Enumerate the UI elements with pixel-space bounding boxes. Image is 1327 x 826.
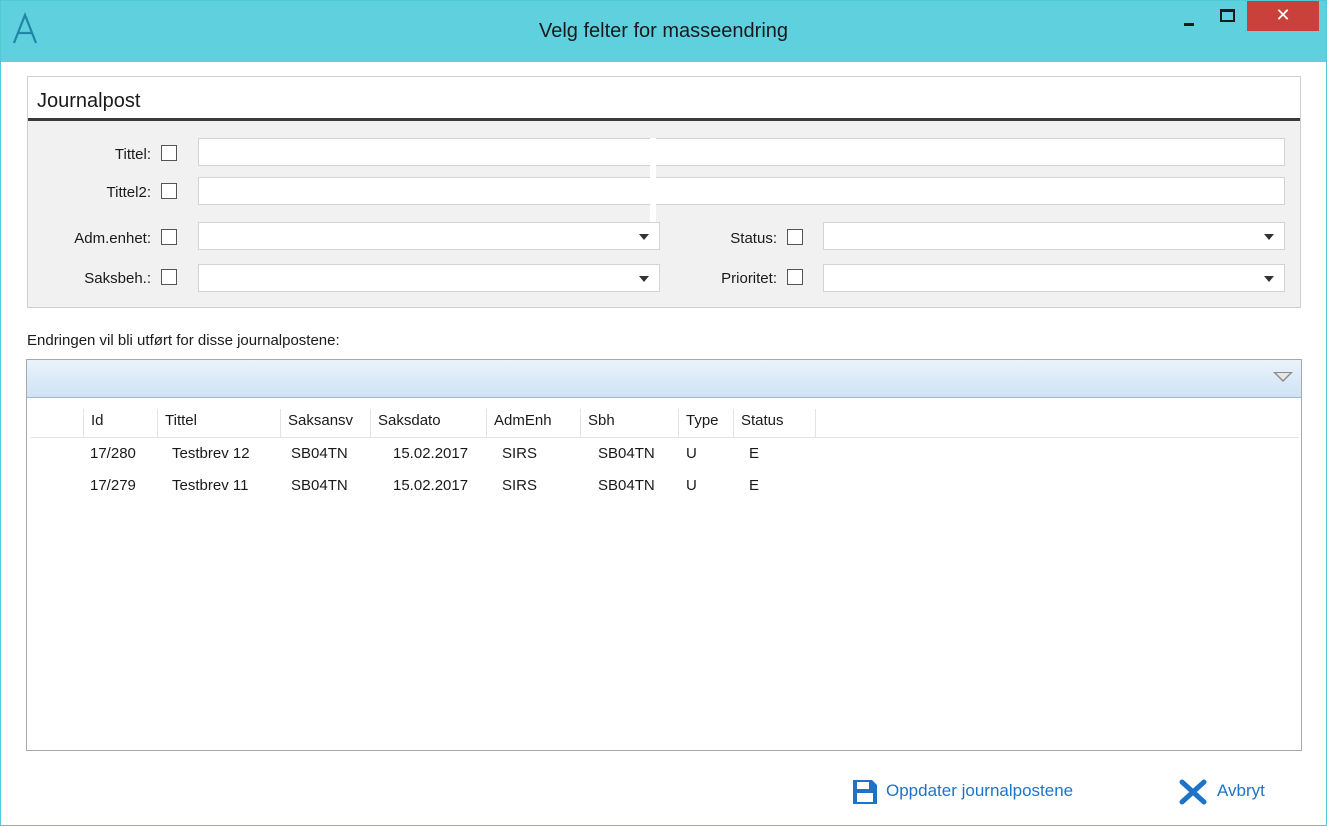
save-icon — [853, 780, 877, 804]
cell-sbh: SB04TN — [598, 445, 655, 462]
table-row[interactable]: 17/280 Testbrev 12 SB04TN 15.02.2017 SIR… — [31, 439, 1299, 469]
update-button-label: Oppdater journalpostene — [886, 781, 1074, 800]
cell-saksdato: 15.02.2017 — [393, 477, 469, 494]
saksbeh-label: Saksbeh.: — [84, 270, 151, 287]
cell-saksansv: SB04TN — [291, 445, 348, 462]
tittel2-checkbox[interactable] — [161, 183, 177, 199]
window-title: Velg felter for masseendring — [538, 20, 789, 42]
chevron-down-icon[interactable] — [639, 234, 649, 240]
cell-type: U — [686, 477, 697, 494]
status-checkbox[interactable] — [787, 229, 803, 245]
cancel-button-label: Avbryt — [1217, 781, 1265, 800]
cell-sbh: SB04TN — [598, 477, 655, 494]
cell-status: E — [749, 445, 760, 462]
status-label: Status: — [730, 230, 777, 247]
cell-tittel: Testbrev 11 — [172, 477, 249, 494]
table-row[interactable]: 17/279 Testbrev 11 SB04TN 15.02.2017 SIR… — [31, 471, 1299, 501]
tittel-label: Tittel: — [114, 146, 151, 163]
tittel2-label: Tittel2: — [106, 184, 151, 201]
dialog-window: Velg felter for masseendring ✕ Journalpo… — [0, 0, 1327, 826]
prioritet-checkbox[interactable] — [787, 269, 803, 285]
cell-id: 17/279 — [90, 477, 136, 494]
close-x-icon — [1179, 779, 1207, 805]
saksbeh-checkbox[interactable] — [161, 269, 177, 285]
tittel2-input[interactable] — [198, 177, 1285, 205]
chevron-down-icon[interactable] — [1264, 234, 1274, 240]
chevron-down-icon[interactable] — [1264, 276, 1274, 282]
column-header-tittel[interactable]: Tittel — [157, 409, 280, 437]
column-header-saksansv[interactable]: Saksansv — [280, 409, 370, 437]
journalpost-heading: Journalpost — [37, 90, 141, 112]
adm-enhet-label: Adm.enhet: — [74, 230, 151, 247]
saksbeh-select[interactable] — [198, 264, 660, 292]
journalpost-header: Journalpost — [28, 77, 1300, 121]
cell-id: 17/280 — [90, 445, 136, 462]
cell-admenh: SIRS — [502, 445, 538, 462]
adm-enhet-select[interactable] — [198, 222, 660, 250]
grid-toolbar — [27, 360, 1301, 398]
cell-status: E — [749, 477, 760, 494]
journalpost-grid[interactable]: Id Tittel Saksansv Saksdato AdmEnh Sbh T… — [26, 359, 1302, 751]
field-divider — [650, 138, 656, 222]
cell-type: U — [686, 445, 697, 462]
adm-enhet-checkbox[interactable] — [161, 229, 177, 245]
prioritet-select[interactable] — [823, 264, 1285, 292]
column-header-id[interactable]: Id — [83, 409, 157, 437]
column-header-saksdato[interactable]: Saksdato — [370, 409, 486, 437]
cell-tittel: Testbrev 12 — [172, 445, 250, 462]
column-header-type[interactable]: Type — [678, 409, 733, 437]
column-header-status[interactable]: Status — [733, 409, 816, 437]
maximize-button[interactable] — [1209, 1, 1245, 31]
info-text: Endringen vil bli utført for disse journ… — [27, 332, 340, 349]
chevron-down-icon[interactable] — [1273, 372, 1293, 382]
minimize-button[interactable] — [1172, 1, 1208, 31]
tittel-input[interactable] — [198, 138, 1285, 166]
cell-admenh: SIRS — [502, 477, 538, 494]
close-button[interactable]: ✕ — [1247, 1, 1319, 31]
tittel-checkbox[interactable] — [161, 145, 177, 161]
chevron-down-icon[interactable] — [639, 276, 649, 282]
title-bar[interactable]: Velg felter for masseendring ✕ — [1, 1, 1326, 62]
status-select[interactable] — [823, 222, 1285, 250]
column-header-sbh[interactable]: Sbh — [580, 409, 678, 437]
grid-header: Id Tittel Saksansv Saksdato AdmEnh Sbh T… — [31, 409, 1299, 438]
cell-saksdato: 15.02.2017 — [393, 445, 469, 462]
cell-saksansv: SB04TN — [291, 477, 348, 494]
column-header-admenh[interactable]: AdmEnh — [486, 409, 580, 437]
prioritet-label: Prioritet: — [721, 270, 777, 287]
